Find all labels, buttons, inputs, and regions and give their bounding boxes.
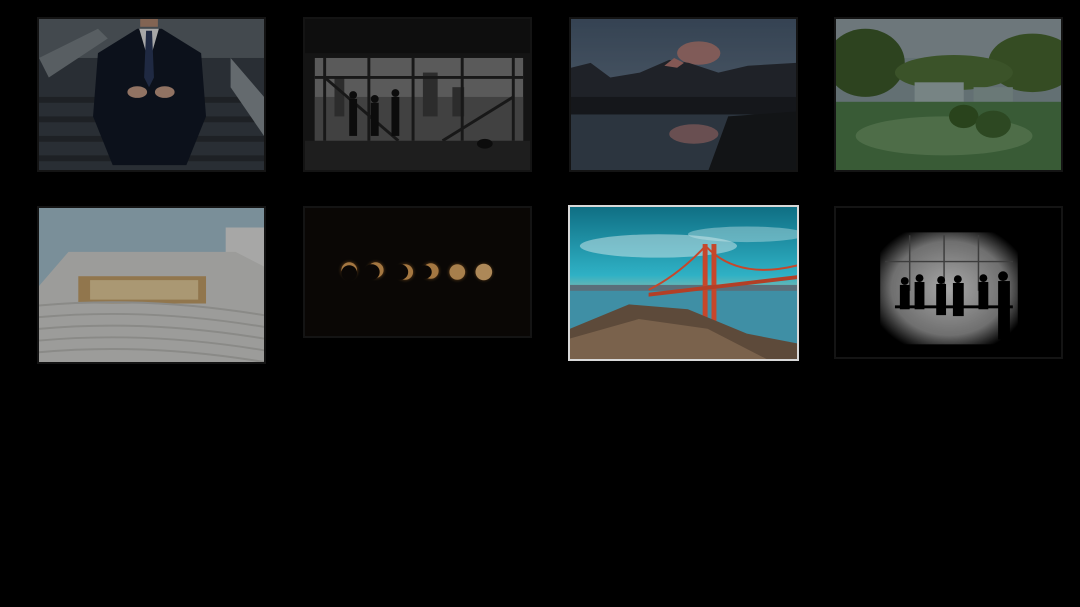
- photo-tile-silhouettes[interactable]: [834, 206, 1063, 359]
- businessman-suit-photo: [39, 19, 264, 170]
- golden-gate-bridge-photo: [570, 207, 797, 359]
- white-amphitheater-architecture-photo: [39, 208, 264, 362]
- photo-tile-golden-gate[interactable]: [568, 205, 799, 361]
- photo-gallery-grid: [0, 0, 1080, 607]
- photo-tile-office-window[interactable]: [303, 17, 532, 172]
- photo-tile-eclipse[interactable]: [303, 206, 532, 338]
- people-silhouettes-window-photo: [836, 208, 1061, 357]
- office-window-silhouettes-photo: [305, 19, 530, 170]
- mountain-lake-reflection-photo: [571, 19, 796, 170]
- photo-tile-businessman[interactable]: [37, 17, 266, 172]
- green-waterfall-lagoon-photo: [836, 19, 1061, 170]
- photo-tile-waterfall[interactable]: [834, 17, 1063, 172]
- photo-tile-mountain-lake[interactable]: [569, 17, 798, 172]
- eclipse-phases-photo: [305, 208, 530, 336]
- photo-tile-amphitheater[interactable]: [37, 206, 266, 364]
